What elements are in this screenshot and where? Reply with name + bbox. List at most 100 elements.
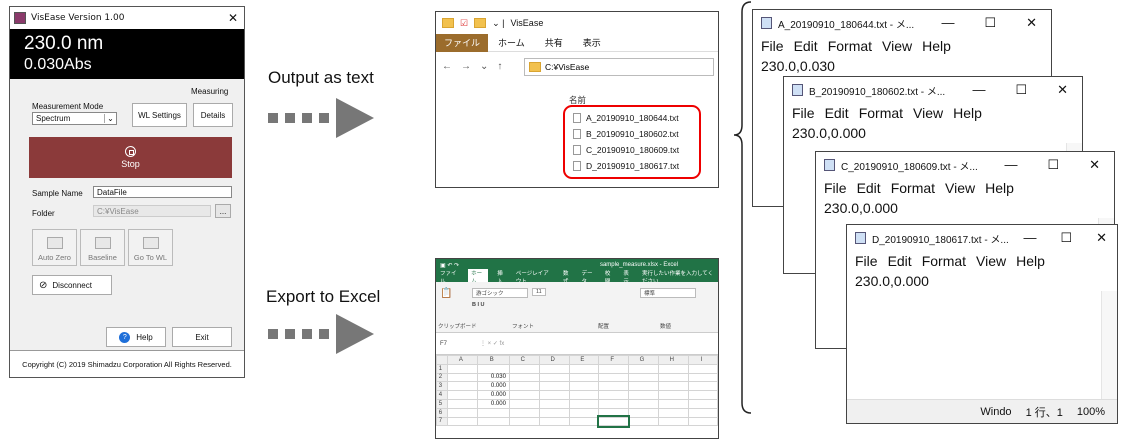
notepad-content[interactable]: 230.0,0.030 (753, 56, 1051, 76)
row-header[interactable]: 7 (436, 416, 448, 427)
mode-select[interactable]: Spectrum ⌄ (32, 112, 117, 125)
font-name-select[interactable]: 游ゴシック (472, 288, 528, 298)
name-box[interactable]: F7 (440, 341, 480, 347)
cell[interactable] (657, 390, 689, 400)
paste-icon[interactable]: 📋 (440, 288, 452, 299)
menu-edit[interactable]: Edit (888, 253, 912, 269)
cell[interactable] (687, 398, 718, 409)
cell[interactable] (598, 363, 629, 374)
cell[interactable] (568, 372, 600, 383)
cell[interactable] (598, 407, 629, 418)
cell[interactable] (687, 372, 718, 383)
cell[interactable] (568, 390, 600, 400)
menu-file[interactable]: File (761, 38, 784, 54)
cell[interactable] (446, 390, 478, 400)
column-header[interactable]: D (538, 355, 570, 365)
column-header[interactable]: B (476, 355, 510, 365)
menu-file[interactable]: File (855, 253, 878, 269)
save-icon[interactable]: ▣ ↶ ↷ (440, 262, 459, 269)
up-arrow-icon[interactable]: ↑ (497, 61, 502, 72)
menu-help[interactable]: Help (985, 180, 1014, 196)
notepad-content[interactable]: 230.0,0.000 (784, 123, 1082, 143)
column-header[interactable]: F (598, 355, 629, 365)
minimize-icon[interactable]: — (941, 15, 954, 31)
address-bar[interactable]: C:¥VisEase (524, 58, 714, 76)
quick-access-chevron-icon[interactable]: ⌄ | (492, 18, 504, 29)
column-header[interactable]: C (508, 355, 540, 365)
cell[interactable] (627, 416, 659, 427)
cell[interactable]: 0.030 (476, 372, 510, 383)
cell[interactable] (476, 416, 510, 427)
cell[interactable] (568, 398, 600, 409)
minimize-icon[interactable]: — (1023, 230, 1036, 246)
cell[interactable] (598, 398, 629, 409)
menu-format[interactable]: Format (828, 38, 872, 54)
cell[interactable] (657, 398, 689, 409)
notepad-content[interactable]: 230.0,0.000 (847, 271, 1117, 291)
cell[interactable] (446, 372, 478, 383)
file-item[interactable]: C_20190910_180609.txt (573, 142, 699, 158)
menu-file[interactable]: File (792, 105, 815, 121)
cell[interactable] (538, 416, 570, 427)
cell[interactable] (687, 390, 718, 400)
font-size-select[interactable]: 11 (532, 288, 546, 296)
sample-name-input[interactable]: DataFile (93, 186, 232, 198)
cell[interactable] (446, 398, 478, 409)
menu-help[interactable]: Help (922, 38, 951, 54)
cell[interactable] (657, 381, 689, 392)
menu-help[interactable]: Help (1016, 253, 1045, 269)
cell[interactable]: 0.000 (476, 381, 510, 392)
close-icon[interactable]: ✕ (1026, 15, 1037, 31)
column-header[interactable]: H (657, 355, 689, 365)
menu-file[interactable]: File (824, 180, 847, 196)
menu-view[interactable]: View (945, 180, 975, 196)
bold-icon[interactable]: B I U (472, 302, 485, 308)
file-item[interactable]: A_20190910_180644.txt (573, 110, 699, 126)
cell[interactable] (508, 407, 540, 418)
cell[interactable]: 0.000 (476, 398, 510, 409)
cell[interactable] (568, 381, 600, 392)
cell[interactable] (446, 407, 478, 418)
maximize-icon[interactable]: ☐ (1015, 82, 1027, 98)
cell[interactable] (657, 407, 689, 418)
close-button[interactable]: ✕ (228, 11, 238, 25)
menu-view[interactable]: View (882, 38, 912, 54)
cell[interactable] (657, 416, 689, 427)
cell[interactable] (627, 390, 659, 400)
menu-edit[interactable]: Edit (825, 105, 849, 121)
ribbon-tab-home[interactable]: ホーム (488, 36, 535, 49)
cell[interactable] (538, 407, 570, 418)
help-button[interactable]: ? Help (106, 327, 166, 347)
cell[interactable] (508, 416, 540, 427)
cell[interactable] (596, 415, 631, 428)
column-header[interactable]: I (687, 355, 718, 365)
browse-button[interactable]: ... (215, 204, 231, 218)
cell[interactable] (627, 381, 659, 392)
minimize-icon[interactable]: — (1004, 157, 1017, 173)
cell[interactable] (476, 407, 510, 418)
number-format-select[interactable]: 標準 (640, 288, 696, 298)
row-header[interactable]: 3 (436, 381, 448, 392)
cell[interactable] (538, 390, 570, 400)
minimize-icon[interactable]: — (972, 82, 985, 98)
menu-edit[interactable]: Edit (857, 180, 881, 196)
cell[interactable] (627, 363, 659, 374)
row-header[interactable]: 1 (436, 363, 448, 374)
cell[interactable] (538, 398, 570, 409)
cell[interactable] (538, 381, 570, 392)
disconnect-button[interactable]: ⊘ Disconnect (32, 275, 112, 295)
ribbon-tab-share[interactable]: 共有 (535, 36, 573, 49)
column-header[interactable]: G (627, 355, 659, 365)
cell[interactable] (446, 363, 478, 374)
column-header[interactable]: A (446, 355, 478, 365)
forward-arrow-icon[interactable]: → (461, 61, 471, 72)
cell[interactable] (598, 381, 629, 392)
wl-settings-button[interactable]: WL Settings (132, 103, 187, 127)
row-header[interactable]: 6 (436, 407, 448, 418)
row-header[interactable]: 5 (436, 398, 448, 409)
row-header[interactable]: 2 (436, 372, 448, 383)
cell[interactable] (598, 372, 629, 383)
cell[interactable] (538, 363, 570, 374)
details-button[interactable]: Details (193, 103, 233, 127)
cell[interactable] (446, 416, 478, 427)
